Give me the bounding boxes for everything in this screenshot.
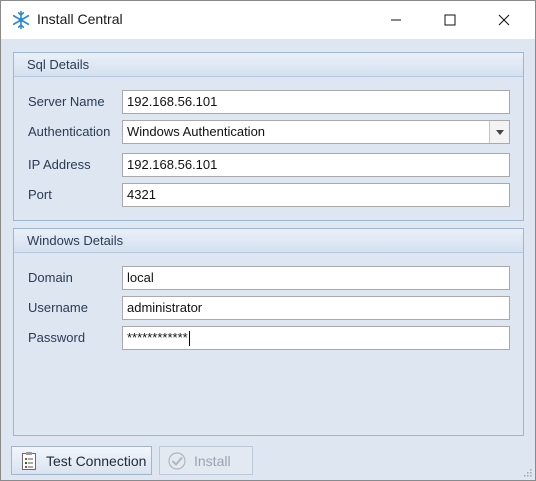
server-name-label: Server Name bbox=[28, 94, 105, 109]
maximize-icon bbox=[444, 14, 456, 26]
authentication-value: Windows Authentication bbox=[127, 124, 266, 139]
install-button[interactable]: Install bbox=[159, 446, 253, 475]
dropdown-arrow-button[interactable] bbox=[489, 121, 509, 143]
test-connection-label: Test Connection bbox=[46, 452, 147, 469]
password-value: ************ bbox=[127, 330, 188, 345]
ip-address-input[interactable]: 192.168.56.101 bbox=[122, 153, 510, 177]
password-input[interactable]: ************ bbox=[122, 326, 510, 350]
domain-input[interactable]: local bbox=[122, 266, 510, 290]
windows-details-header: Windows Details bbox=[14, 229, 523, 253]
username-input[interactable]: administrator bbox=[122, 296, 510, 320]
test-connection-button[interactable]: Test Connection bbox=[11, 446, 152, 475]
sql-details-group: Sql Details Server Name 192.168.56.101 A… bbox=[13, 52, 524, 221]
maximize-button[interactable] bbox=[427, 1, 473, 39]
snowflake-icon bbox=[11, 10, 31, 30]
text-cursor bbox=[188, 331, 190, 347]
resize-grip-icon[interactable] bbox=[522, 467, 532, 477]
password-label: Password bbox=[28, 330, 86, 345]
close-button[interactable] bbox=[481, 1, 527, 39]
authentication-label: Authentication bbox=[28, 124, 111, 139]
title-bar[interactable]: Install Central bbox=[1, 1, 535, 39]
port-label: Port bbox=[28, 187, 52, 202]
close-icon bbox=[498, 14, 510, 26]
port-input[interactable]: 4321 bbox=[122, 183, 510, 207]
ip-address-label: IP Address bbox=[28, 157, 91, 172]
install-label: Install bbox=[194, 452, 231, 469]
checklist-icon bbox=[18, 450, 40, 472]
chevron-down-icon bbox=[495, 129, 504, 135]
authentication-select[interactable]: Windows Authentication bbox=[122, 120, 510, 144]
sql-details-header: Sql Details bbox=[14, 53, 523, 77]
windows-details-group: Windows Details Domain local Username ad… bbox=[13, 228, 524, 436]
minimize-icon bbox=[391, 19, 401, 21]
checkmark-circle-icon bbox=[166, 450, 188, 472]
username-label: Username bbox=[28, 300, 88, 315]
install-central-window: Install Central Sql Details Server Name … bbox=[0, 0, 536, 481]
domain-label: Domain bbox=[28, 270, 73, 285]
server-name-input[interactable]: 192.168.56.101 bbox=[122, 90, 510, 114]
minimize-button[interactable] bbox=[373, 1, 419, 39]
window-title: Install Central bbox=[37, 11, 123, 27]
